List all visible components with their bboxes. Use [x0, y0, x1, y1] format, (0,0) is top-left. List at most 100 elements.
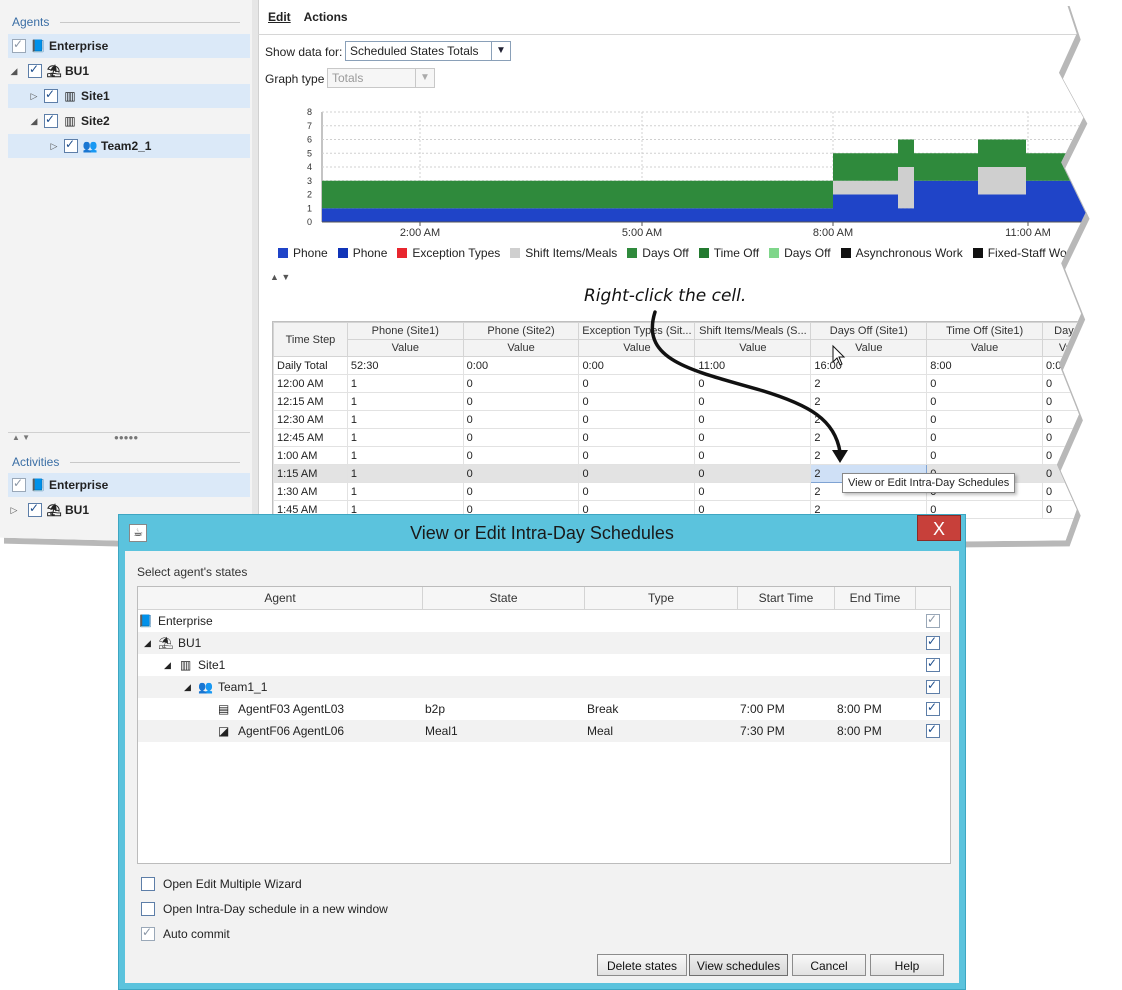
- table-row[interactable]: 12:30 AM 1 0 0 0 2 0 0: [273, 410, 1086, 429]
- collapse-icon[interactable]: ◢: [28, 116, 40, 127]
- checkbox[interactable]: [64, 137, 78, 153]
- table-row[interactable]: 12:00 AM 1 0 0 0 2 0 0: [273, 374, 1086, 393]
- value-cell[interactable]: 0: [926, 428, 1044, 447]
- value-cell[interactable]: 0: [462, 410, 580, 429]
- value-cell[interactable]: 0: [578, 410, 696, 429]
- value-cell[interactable]: 0: [462, 446, 580, 465]
- value-cell[interactable]: 0: [462, 428, 580, 447]
- value-cell[interactable]: 2: [810, 446, 928, 465]
- table-row[interactable]: Daily Total 52:30 0:00 0:00 11:00 16:00 8:00 0:…: [273, 356, 1086, 375]
- value-cell[interactable]: 1: [346, 428, 464, 447]
- value-cell[interactable]: 0: [926, 392, 1044, 411]
- grip-icon[interactable]: ●●●●●: [114, 433, 138, 442]
- value-cell[interactable]: 0: [694, 482, 812, 501]
- checkbox[interactable]: [12, 37, 26, 53]
- column-header[interactable]: Phone (Site2): [462, 322, 580, 340]
- edit-multiple-checkbox[interactable]: [141, 877, 155, 891]
- table-row[interactable]: ◢ ▥ Site1: [138, 654, 950, 676]
- chevron-down-icon[interactable]: ▼: [415, 69, 434, 87]
- context-tooltip[interactable]: View or Edit Intra-Day Schedules: [842, 473, 1016, 493]
- activities-tree-item-enterprise[interactable]: 📘 Enterprise: [8, 473, 250, 497]
- checkbox[interactable]: [12, 476, 26, 492]
- collapse-icon[interactable]: ◢: [144, 632, 151, 654]
- table-row[interactable]: ◢ 👥 Team1_1: [138, 676, 950, 698]
- value-cell[interactable]: 0: [462, 374, 580, 393]
- show-data-select[interactable]: Scheduled States Totals ▼: [345, 41, 511, 61]
- menu-edit[interactable]: Edit: [268, 10, 291, 24]
- agents-tree-item-team2-1[interactable]: ▷ 👥 Team2_1: [8, 134, 250, 158]
- state-column-header[interactable]: State: [423, 587, 585, 609]
- value-cell[interactable]: 2: [810, 410, 928, 429]
- graph-type-select[interactable]: Totals ▼: [327, 68, 435, 88]
- value-cell[interactable]: 0: [926, 410, 1044, 429]
- time-step-header[interactable]: Time Step: [273, 322, 348, 357]
- column-header[interactable]: Phone (Site1): [346, 322, 464, 340]
- value-cell[interactable]: 0: [926, 446, 1044, 465]
- chevron-down-icon[interactable]: ▼: [491, 42, 510, 60]
- row-checkbox[interactable]: [926, 722, 940, 738]
- value-cell[interactable]: 1: [346, 482, 464, 501]
- agents-tree-item-enterprise[interactable]: 📘 Enterprise: [8, 34, 250, 58]
- row-checkbox[interactable]: [926, 700, 940, 716]
- menu-actions[interactable]: Actions: [304, 10, 348, 24]
- value-cell[interactable]: 0: [1042, 464, 1086, 483]
- value-cell[interactable]: 0: [462, 482, 580, 501]
- expand-icon[interactable]: ▷: [8, 505, 20, 516]
- auto-commit-option[interactable]: Auto commit: [141, 925, 230, 941]
- value-cell[interactable]: 0: [694, 446, 812, 465]
- expand-icon[interactable]: ▷: [28, 91, 40, 102]
- collapse-icon[interactable]: ◢: [184, 676, 191, 698]
- column-header[interactable]: Days Off (Site1): [810, 322, 928, 340]
- agents-tree-item-bu1[interactable]: ◢ ⛱ BU1: [8, 59, 250, 83]
- value-cell[interactable]: 0: [694, 428, 812, 447]
- value-cell[interactable]: 0:00: [1042, 356, 1086, 375]
- value-cell[interactable]: 0: [462, 464, 580, 483]
- agents-tree-item-site2[interactable]: ◢ ▥ Site2: [8, 109, 250, 133]
- value-cell[interactable]: 0: [926, 374, 1044, 393]
- value-cell[interactable]: 2: [810, 428, 928, 447]
- value-cell[interactable]: 1: [346, 374, 464, 393]
- collapse-icon[interactable]: ◢: [164, 654, 171, 676]
- column-header[interactable]: Shift Items/Meals (S...: [694, 322, 812, 340]
- table-row[interactable]: ◪ AgentF06 AgentL06 Meal1 Meal 7:30 PM 8…: [138, 720, 950, 742]
- value-cell[interactable]: 8:00: [926, 356, 1044, 375]
- collapse-icon[interactable]: ◢: [8, 66, 20, 77]
- value-cell[interactable]: 2: [810, 374, 928, 393]
- start-time-column-header[interactable]: Start Time: [738, 587, 835, 609]
- type-column-header[interactable]: Type: [585, 587, 738, 609]
- value-cell[interactable]: 1: [346, 446, 464, 465]
- checkbox[interactable]: [44, 87, 58, 103]
- new-window-checkbox[interactable]: [141, 902, 155, 916]
- value-cell[interactable]: 0: [578, 464, 696, 483]
- vertical-splitter[interactable]: [252, 0, 258, 544]
- table-row[interactable]: ◢ ⛱ BU1: [138, 632, 950, 654]
- new-window-option[interactable]: Open Intra-Day schedule in a new window: [141, 902, 388, 916]
- expand-icon[interactable]: ▷: [48, 141, 60, 152]
- column-header[interactable]: Time Off (Site1): [926, 322, 1044, 340]
- value-cell[interactable]: 0: [578, 374, 696, 393]
- panel-splitter[interactable]: ▲ ▼ ●●●●●: [8, 432, 250, 443]
- agents-tree-item-site1[interactable]: ▷ ▥ Site1: [8, 84, 250, 108]
- value-cell[interactable]: 0: [1042, 410, 1086, 429]
- value-cell[interactable]: 0: [578, 446, 696, 465]
- row-checkbox[interactable]: [926, 678, 940, 694]
- collapse-arrows-icon[interactable]: ▲ ▼: [270, 272, 290, 282]
- value-cell[interactable]: 0: [694, 464, 812, 483]
- column-header[interactable]: Exception Types (Sit...: [578, 322, 696, 340]
- table-row[interactable]: ▤ AgentF03 AgentL03 b2p Break 7:00 PM 8:…: [138, 698, 950, 720]
- value-cell[interactable]: 0: [578, 428, 696, 447]
- value-cell[interactable]: 0: [1042, 374, 1086, 393]
- row-checkbox[interactable]: [926, 634, 940, 650]
- cancel-button[interactable]: Cancel: [792, 954, 866, 976]
- value-cell[interactable]: 16:00: [810, 356, 928, 375]
- delete-states-button[interactable]: Delete states: [597, 954, 687, 976]
- auto-commit-checkbox[interactable]: [141, 925, 155, 941]
- row-checkbox[interactable]: [926, 656, 940, 672]
- edit-multiple-option[interactable]: Open Edit Multiple Wizard: [141, 877, 302, 891]
- agent-column-header[interactable]: Agent: [138, 587, 423, 609]
- value-cell[interactable]: 2: [810, 392, 928, 411]
- value-cell[interactable]: 0:00: [578, 356, 696, 375]
- value-cell[interactable]: 0: [462, 392, 580, 411]
- value-cell[interactable]: 0: [694, 410, 812, 429]
- value-cell[interactable]: 1: [346, 410, 464, 429]
